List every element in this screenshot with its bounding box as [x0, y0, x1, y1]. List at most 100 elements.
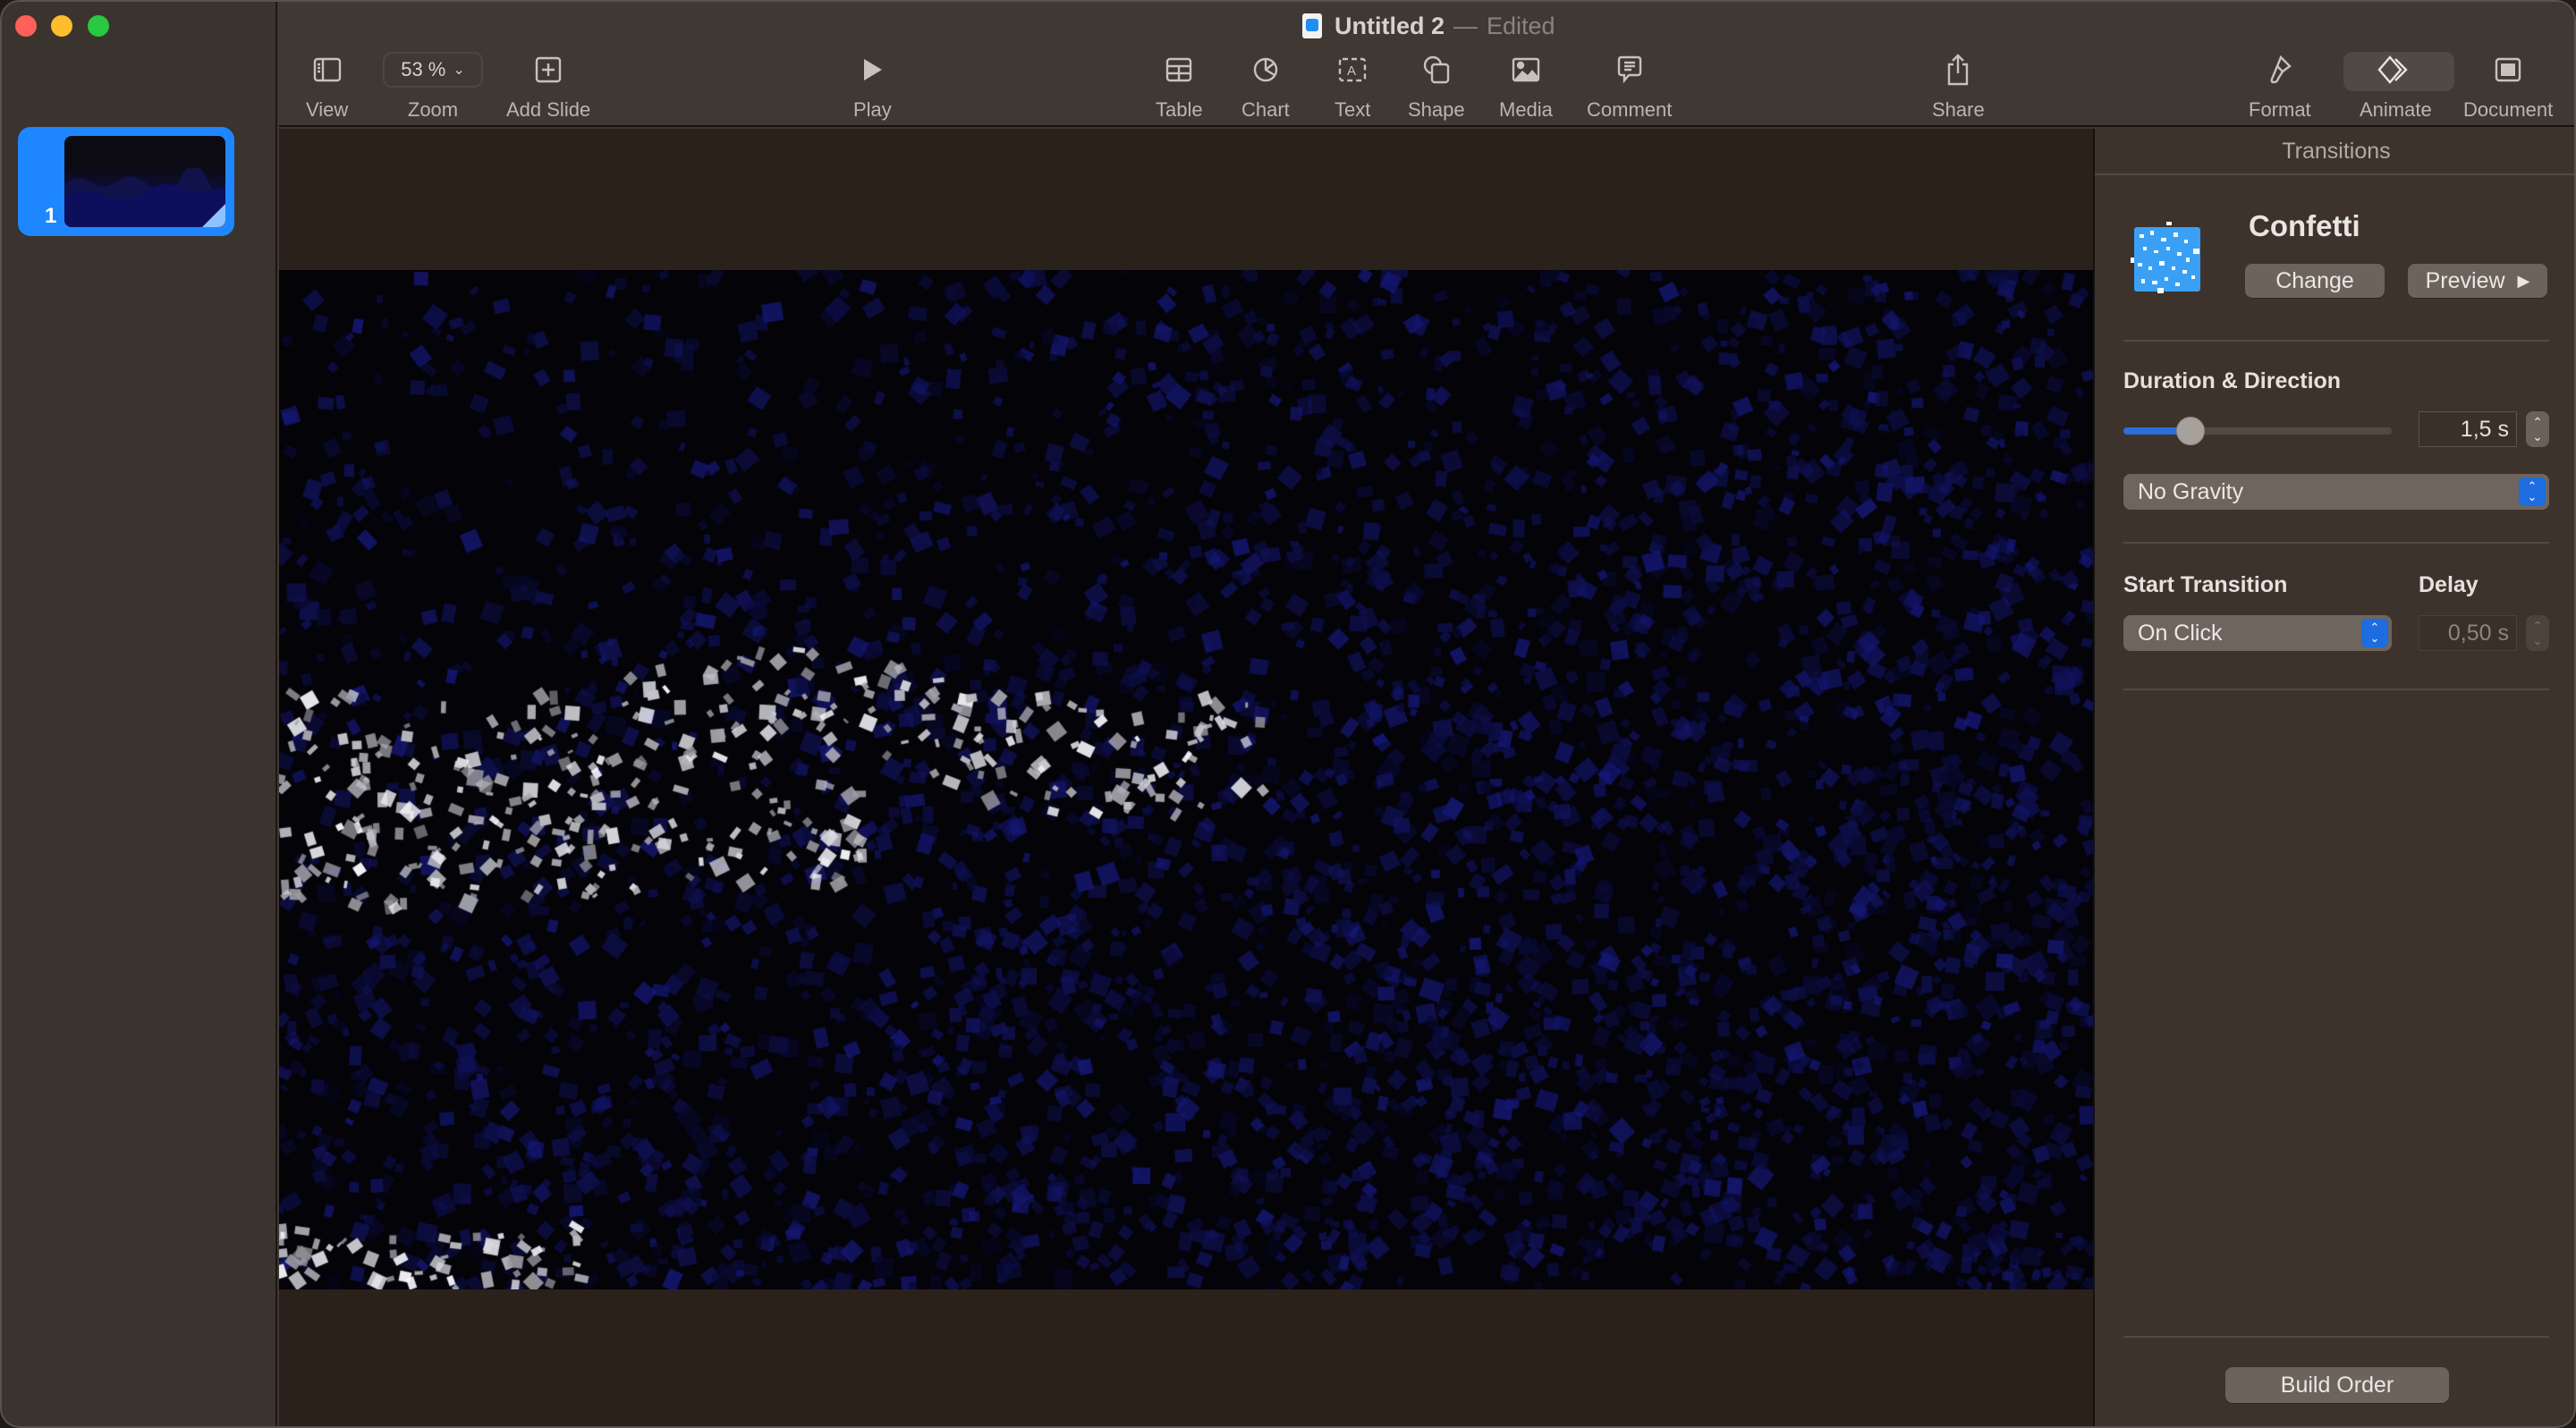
minimize-window-button[interactable] — [51, 15, 72, 37]
start-transition-value: On Click — [2138, 620, 2223, 646]
play-label: Play — [853, 98, 892, 121]
media-button[interactable]: Media — [1499, 52, 1553, 122]
slide-thumbnail-image — [64, 136, 225, 227]
keynote-window: 1 Untitled 2 — Edited View 53 % ⌄ Zoom A… — [0, 0, 2576, 1428]
preview-button[interactable]: Preview ▶ — [2408, 264, 2547, 298]
table-label: Table — [1156, 98, 1203, 121]
start-transition-popup[interactable]: On Click ⌃ ⌄ — [2123, 615, 2392, 651]
media-icon — [1512, 57, 1540, 82]
format-button[interactable]: Format — [2249, 52, 2311, 122]
format-label: Format — [2249, 98, 2311, 121]
panel-header: Transitions — [2095, 129, 2574, 175]
comment-icon — [1617, 55, 1641, 84]
share-button[interactable]: Share — [1932, 52, 1985, 122]
slide-thumbnail-1[interactable]: 1 — [18, 127, 234, 236]
close-window-button[interactable] — [15, 15, 37, 37]
add-slide-button[interactable]: Add Slide — [506, 52, 590, 122]
comment-label: Comment — [1587, 98, 1673, 121]
build-order-label: Build Order — [2280, 1372, 2394, 1398]
section-divider — [2123, 1336, 2549, 1338]
change-label: Change — [2275, 267, 2354, 293]
play-button[interactable]: Play — [853, 52, 892, 122]
slide-canvas[interactable] — [279, 270, 2093, 1289]
add-slide-icon — [535, 56, 562, 83]
text-box-icon: A — [1338, 57, 1367, 82]
chevron-down-icon: ⌄ — [2532, 633, 2543, 647]
popup-arrows-icon: ⌃ ⌄ — [2361, 619, 2388, 647]
svg-text:A: A — [1347, 63, 1356, 79]
media-label: Media — [1499, 98, 1553, 121]
popup-arrows-icon: ⌃ ⌄ — [2519, 477, 2546, 506]
duration-stepper[interactable]: ⌃ ⌄ — [2526, 411, 2549, 447]
add-slide-label: Add Slide — [506, 98, 591, 121]
preview-label: Preview — [2425, 267, 2505, 293]
share-icon — [1948, 54, 1969, 86]
delay-stepper: ⌃ ⌄ — [2526, 615, 2549, 651]
confetti-transition-preview — [279, 270, 2093, 1289]
start-transition-label: Start Transition — [2123, 572, 2288, 597]
transition-name: Confetti — [2249, 209, 2360, 242]
zoom-control[interactable]: 53 % ⌄ Zoom — [383, 52, 483, 122]
duration-value: 1,5 s — [2460, 416, 2509, 442]
paintbrush-icon — [2270, 55, 2292, 84]
text-button[interactable]: A Text — [1335, 52, 1370, 122]
chevron-up-icon: ⌃ — [2532, 415, 2543, 429]
delay-value: 0,50 s — [2447, 620, 2509, 646]
transition-indicator-icon — [202, 204, 225, 227]
chart-icon — [1253, 57, 1278, 82]
animate-button[interactable]: Animate — [2360, 52, 2432, 122]
title-separator: — — [1453, 12, 1479, 39]
chart-button[interactable]: Chart — [1241, 52, 1290, 122]
duration-slider-thumb[interactable] — [2176, 417, 2205, 445]
animate-label: Animate — [2360, 98, 2432, 121]
text-label: Text — [1335, 98, 1371, 121]
inspector-panel: Transitions Confetti Change Preview ▶ Du… — [2093, 129, 2574, 1426]
duration-direction-label: Duration & Direction — [2123, 368, 2342, 393]
document-name: Untitled 2 — [1335, 12, 1445, 39]
table-icon — [1166, 57, 1192, 82]
zoom-dropdown[interactable]: 53 % ⌄ — [383, 52, 483, 88]
slide-number: 1 — [45, 204, 57, 228]
comment-button[interactable]: Comment — [1587, 52, 1672, 122]
edited-status: Edited — [1487, 12, 1555, 39]
view-label: View — [306, 98, 349, 121]
animate-icon — [2377, 55, 2409, 84]
chevron-down-icon: ⌄ — [453, 63, 465, 78]
section-divider — [2123, 689, 2549, 690]
chevron-up-icon: ⌃ — [2532, 619, 2543, 633]
delay-label: Delay — [2419, 572, 2479, 597]
toolbar: Untitled 2 — Edited View 53 % ⌄ Zoom Add … — [279, 2, 2574, 127]
keynote-document-icon — [1302, 13, 1322, 38]
chart-label: Chart — [1241, 98, 1290, 121]
document-icon — [2495, 57, 2521, 82]
view-button[interactable]: View — [306, 52, 348, 122]
direction-value: No Gravity — [2138, 478, 2244, 504]
document-label: Document — [2463, 98, 2554, 121]
play-triangle-icon: ▶ — [2517, 271, 2530, 290]
share-label: Share — [1932, 98, 1985, 121]
zoom-value: 53 % — [401, 58, 446, 80]
slide-navigator: 1 — [2, 2, 277, 1426]
delay-field: 0,50 s — [2419, 615, 2517, 651]
zoom-label: Zoom — [407, 98, 459, 121]
confetti-transition-icon — [2131, 222, 2200, 293]
shape-label: Shape — [1408, 98, 1465, 121]
thumbnail-wave-graphic — [64, 167, 225, 227]
slide-canvas-area — [279, 129, 2093, 1426]
section-divider — [2123, 542, 2549, 544]
build-order-button[interactable]: Build Order — [2225, 1367, 2449, 1403]
play-icon — [864, 59, 883, 80]
chevron-down-icon: ⌄ — [2532, 429, 2543, 444]
change-transition-button[interactable]: Change — [2245, 264, 2385, 298]
window-title: Untitled 2 — Edited — [1302, 11, 1555, 41]
section-divider — [2123, 340, 2549, 342]
shape-button[interactable]: Shape — [1408, 52, 1465, 122]
sidebar-icon — [313, 57, 341, 82]
shape-icon — [1423, 55, 1450, 84]
table-button[interactable]: Table — [1156, 52, 1203, 122]
zoom-window-button[interactable] — [88, 15, 109, 37]
direction-popup[interactable]: No Gravity ⌃ ⌄ — [2123, 474, 2549, 510]
duration-field[interactable]: 1,5 s — [2419, 411, 2517, 447]
duration-slider[interactable] — [2123, 417, 2392, 445]
document-button[interactable]: Document — [2463, 52, 2553, 122]
